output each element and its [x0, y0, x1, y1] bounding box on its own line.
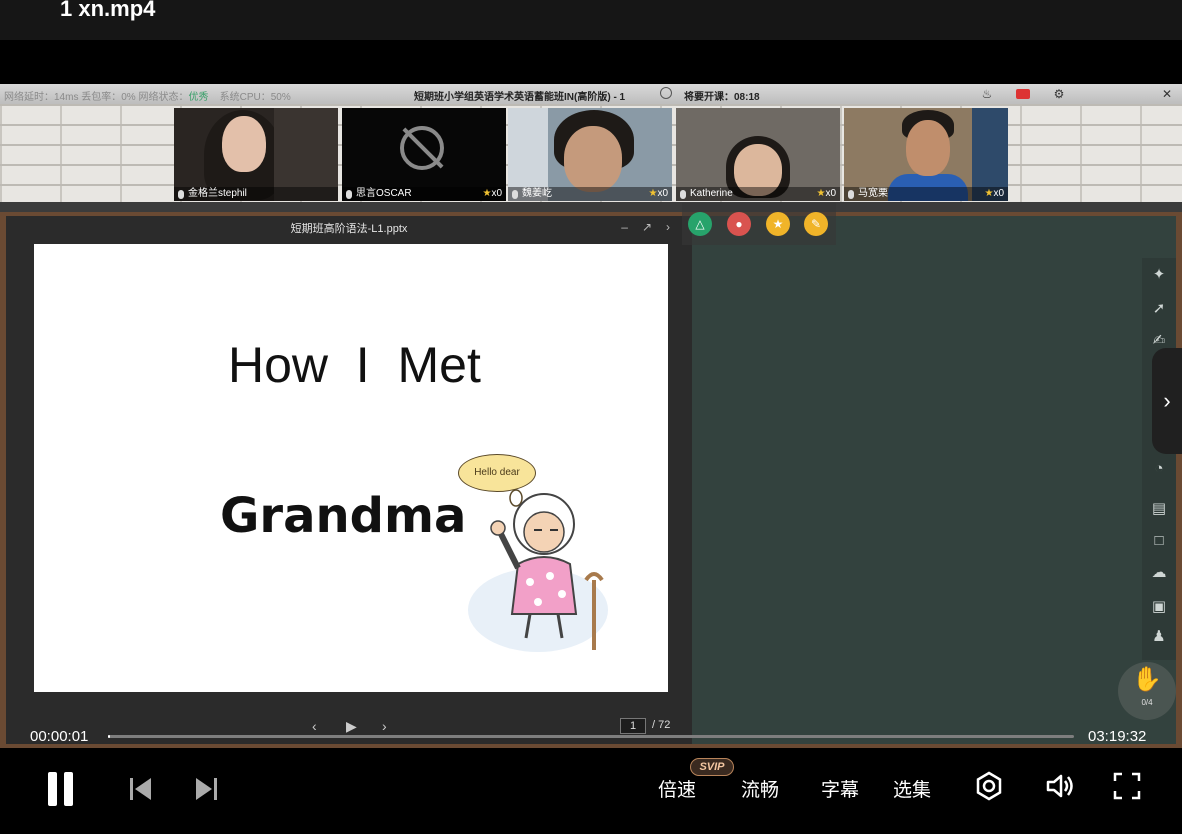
slide-title-line-2: Grandma	[220, 488, 467, 544]
next-slide-button[interactable]: ›	[382, 718, 387, 734]
class-status-bar: 网络延时：14ms 丢包率：0% 网络状态：优秀 系统CPU：50% 短期班小学…	[0, 84, 1182, 104]
student-name: 思言OSCAR	[356, 188, 412, 199]
grandma-illustration	[468, 489, 608, 652]
video-title: 1 xn.mp4	[60, 0, 156, 21]
trophy-icon[interactable]: ★	[766, 212, 790, 236]
authorize-icon[interactable]: ✎	[804, 212, 828, 236]
student-name: 马宽栗	[858, 188, 888, 199]
progress-bar[interactable]	[108, 735, 1074, 738]
stage-icon[interactable]: △	[688, 212, 712, 236]
record-icon	[1016, 89, 1030, 99]
class-countdown: 将要开课：08:18	[684, 92, 760, 103]
student-face	[222, 116, 266, 172]
page-number-input[interactable]: 1	[620, 718, 646, 734]
bell-icon: ♨	[981, 87, 993, 101]
users-icon[interactable]: ♟	[1148, 626, 1170, 648]
mic-icon	[512, 190, 518, 199]
fullscreen-icon[interactable]	[1111, 770, 1143, 802]
student-video-tile: 魏姜屹 ★x0	[508, 108, 672, 201]
student-video-tile: 马宽栗 ★x0	[844, 108, 1008, 201]
quality-button[interactable]: 流畅	[741, 775, 779, 802]
student-face	[564, 126, 622, 192]
expand-panel-button[interactable]: ›	[1152, 348, 1182, 454]
trophy-count: ★x0	[984, 188, 1004, 199]
mic-icon	[680, 190, 686, 199]
prev-slide-button[interactable]: ‹	[312, 718, 317, 734]
class-name: 短期班小学组英语学术英语蓄能班IN(高阶版) - 1	[414, 92, 626, 103]
total-pages: / 72	[652, 719, 671, 731]
svip-badge: SVIP	[690, 758, 734, 776]
hand-icon: ✋	[1132, 666, 1162, 693]
settings-icon[interactable]	[973, 770, 1005, 802]
answer-sheet-icon[interactable]: ▤	[1148, 498, 1170, 520]
player-controls: SVIP 倍速 流畅 字幕 选集	[0, 748, 1182, 834]
previous-button[interactable]	[130, 778, 154, 800]
laser-pointer-icon[interactable]: ✦	[1148, 264, 1170, 286]
raise-hand-button[interactable]: ✋ 0/4	[1118, 662, 1176, 720]
mic-icon	[178, 190, 184, 199]
play-slide-button[interactable]: ▶	[346, 718, 357, 735]
select-icon[interactable]: ➚	[1148, 298, 1170, 320]
mic-icon	[848, 190, 854, 199]
duration: 03:19:32	[1088, 728, 1147, 745]
speed-button[interactable]: 倍速	[658, 775, 696, 802]
network-info: 网络延时：14ms 丢包率：0% 网络状态：	[4, 92, 189, 103]
close-icon: ✕	[1161, 87, 1173, 101]
student-video-tile: Katherine ★x0	[676, 108, 840, 201]
subtitle-button[interactable]: 字幕	[821, 775, 859, 802]
gear-icon: ⚙	[1053, 87, 1065, 101]
trophy-count: ★x0	[816, 188, 836, 199]
ppt-window-controls: –↗›	[621, 220, 684, 234]
video-player: 1 xn.mp4 网络延时：14ms 丢包率：0% 网络状态：优秀 系统CPU：…	[0, 0, 1182, 834]
student-action-bar: △ ● ★ ✎	[682, 203, 836, 245]
trophy-count: ★x0	[482, 188, 502, 199]
ppt-file-name: 短期班高阶语法-L1.pptx	[290, 223, 408, 235]
next-button[interactable]	[196, 778, 220, 800]
network-state: 优秀	[188, 92, 209, 103]
cloud-icon[interactable]: ☁	[1148, 562, 1170, 584]
student-name: 金格兰stephil	[188, 188, 247, 199]
student-video-tile: 思言OSCAR ★x0	[342, 108, 506, 201]
whiteboard-toolbar: ✦ ➚ ✍ T ✂ ▯ ◔ ▤ □ ☁ ▣ ♟	[1142, 258, 1176, 660]
episodes-button[interactable]: 选集	[893, 775, 931, 802]
progress-fill	[108, 735, 110, 738]
slide-title-line-1: How I Met	[228, 337, 481, 393]
current-time: 00:00:01	[30, 728, 89, 745]
student-name: Katherine	[690, 188, 733, 199]
cpu-info: 系统CPU：50%	[219, 92, 291, 103]
student-face	[906, 120, 950, 176]
student-video-tile: 金格兰stephil	[174, 108, 338, 201]
ppt-window: 短期班高阶语法-L1.pptx –↗› How I Met Grandma He…	[6, 216, 692, 744]
pause-button[interactable]	[48, 772, 76, 806]
volume-icon[interactable]	[1044, 770, 1076, 802]
title-bar: 1 xn.mp4	[0, 0, 1182, 40]
audio-icon[interactable]: ◔	[1148, 458, 1170, 480]
whiteboard-frame: 短期班高阶语法-L1.pptx –↗› How I Met Grandma He…	[0, 212, 1182, 748]
hand-count: 0/4	[1141, 698, 1153, 707]
student-name: 魏姜屹	[522, 188, 552, 199]
mute-icon[interactable]: ●	[727, 212, 751, 236]
mic-icon	[346, 190, 352, 199]
trophy-count: ★x0	[648, 188, 668, 199]
classroom-video-frame: 网络延时：14ms 丢包率：0% 网络状态：优秀 系统CPU：50% 短期班小学…	[0, 84, 1182, 748]
chat-icon[interactable]: □	[1148, 530, 1170, 552]
toolbox-icon[interactable]: ▣	[1148, 596, 1170, 618]
slide: How I Met Grandma Hello dear	[34, 244, 668, 692]
clock-icon	[660, 87, 672, 99]
